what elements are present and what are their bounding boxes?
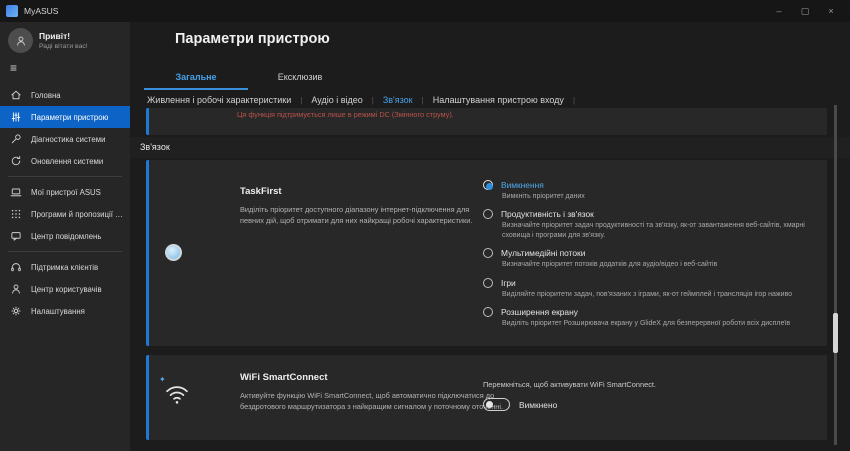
home-icon (10, 89, 22, 101)
taskfirst-options: Вимкнення Вимкніть пріоритет даних Проду… (483, 180, 818, 329)
sidebar-divider (8, 176, 122, 177)
gear-icon (10, 305, 22, 317)
radio-icon[interactable] (483, 278, 493, 288)
person-icon (15, 35, 27, 47)
sidebar-item-system-update[interactable]: Оновлення системи (0, 150, 130, 172)
tab-exclusive[interactable]: Ексклюзив (248, 72, 352, 90)
diagnostics-icon (10, 133, 22, 145)
wifi-icon: ✦ (163, 379, 191, 407)
avatar[interactable] (8, 28, 33, 53)
taskfirst-title: TaskFirst (240, 186, 490, 197)
greeting-subtitle: Раді вітати вас! (39, 43, 88, 50)
wifi-toggle[interactable] (483, 398, 510, 411)
subnav-separator: | (300, 96, 302, 105)
user-greeting: Привіт! Раді вітати вас! (8, 28, 88, 53)
subnav-separator: | (372, 96, 374, 105)
sliders-icon (10, 111, 22, 123)
taskfirst-card: TaskFirst Виділіть пріоритет доступного … (146, 160, 827, 346)
option-productivity: Продуктивність і зв'язок Визначайте пріо… (483, 209, 818, 241)
radio-icon[interactable] (483, 248, 493, 258)
window-controls: – ▢ × (766, 0, 844, 22)
sidebar-item-home[interactable]: Головна (0, 84, 130, 106)
taskfirst-sphere-icon (165, 244, 182, 261)
maximize-icon[interactable]: ▢ (792, 0, 818, 22)
scrollbar-track[interactable] (834, 105, 837, 445)
sidebar-item-device-settings[interactable]: Параметри пристрою (0, 106, 130, 128)
option-multimedia: Мультимедійні потоки Визначайте пріорите… (483, 248, 818, 270)
hamburger-menu-icon[interactable]: ≡ (10, 62, 17, 74)
subnav: Живлення і робочі характеристики | Аудіо… (145, 95, 582, 105)
devices-icon (10, 186, 22, 198)
apps-grid-icon (10, 208, 22, 220)
sidebar: Привіт! Раді вітати вас! ≡ Головна Парам… (0, 22, 130, 451)
subnav-item-audio-video[interactable]: Аудіо і відео (309, 95, 364, 105)
sidebar-item-settings[interactable]: Налаштування (0, 300, 130, 322)
tab-underline (144, 88, 248, 90)
sidebar-nav: Головна Параметри пристрою Діагностика с… (0, 84, 130, 322)
close-icon[interactable]: × (818, 0, 844, 22)
subnav-item-input-device[interactable]: Налаштування пристрою входу (431, 95, 566, 105)
main-content: Параметри пристрою Загальне Ексклюзив Жи… (130, 22, 850, 451)
subnav-item-connectivity[interactable]: Зв'язок (381, 95, 415, 105)
page-title: Параметри пристрою (175, 31, 330, 47)
scrollbar-thumb[interactable] (833, 313, 838, 353)
radio-icon[interactable] (483, 180, 493, 190)
sidebar-item-message-center[interactable]: Центр повідомлень (0, 225, 130, 247)
titlebar: MyASUS – ▢ × (0, 0, 850, 22)
sidebar-item-user-center[interactable]: Центр користувачів (0, 278, 130, 300)
warning-card: Ця функція підтримується лише в режимі D… (146, 108, 827, 135)
update-icon (10, 155, 22, 167)
sidebar-item-diagnostics[interactable]: Діагностика системи (0, 128, 130, 150)
subnav-separator: | (573, 96, 575, 105)
wifi-toggle-hint: Перемкніться, щоб активувати WiFi SmartC… (483, 380, 803, 389)
radio-icon[interactable] (483, 209, 493, 219)
sidebar-item-apps-offers[interactable]: Програми й пропозиції від... (0, 203, 130, 225)
sidebar-divider (8, 251, 122, 252)
myasus-logo-icon (6, 5, 18, 17)
section-header: Зв'язок (130, 137, 850, 158)
sidebar-item-my-devices[interactable]: Мої пристрої ASUS (0, 181, 130, 203)
subnav-separator: | (422, 96, 424, 105)
message-icon (10, 230, 22, 242)
option-off: Вимкнення Вимкніть пріоритет даних (483, 180, 818, 202)
radio-icon[interactable] (483, 307, 493, 317)
user-icon (10, 283, 22, 295)
wifi-toggle-state: Вимкнено (519, 400, 557, 410)
sidebar-item-customer-support[interactable]: Підтримка клієнтів (0, 256, 130, 278)
taskfirst-description: Виділіть пріоритет доступного діапазону … (240, 204, 490, 226)
option-screen-extension: Розширення екрану Виділіть пріоритет Роз… (483, 307, 818, 329)
greeting-title: Привіт! (39, 31, 88, 41)
minimize-icon[interactable]: – (766, 0, 792, 22)
toggle-knob (486, 401, 493, 408)
tab-general[interactable]: Загальне (144, 72, 248, 90)
tab-bar: Загальне Ексклюзив (144, 72, 352, 90)
warning-text: Ця функція підтримується лише в режимі D… (237, 110, 454, 119)
section-title: Зв'язок (140, 137, 170, 158)
wifi-smartconnect-card: ✦ WiFi SmartConnect Активуйте функцію Wi… (146, 355, 827, 440)
sparkle-icon: ✦ (159, 375, 166, 384)
option-games: Ігри Виділяйте пріоритети задач, пов'яза… (483, 278, 818, 300)
app-title: MyASUS (24, 6, 58, 16)
headset-icon (10, 261, 22, 273)
subnav-item-power[interactable]: Живлення і робочі характеристики (145, 95, 293, 105)
